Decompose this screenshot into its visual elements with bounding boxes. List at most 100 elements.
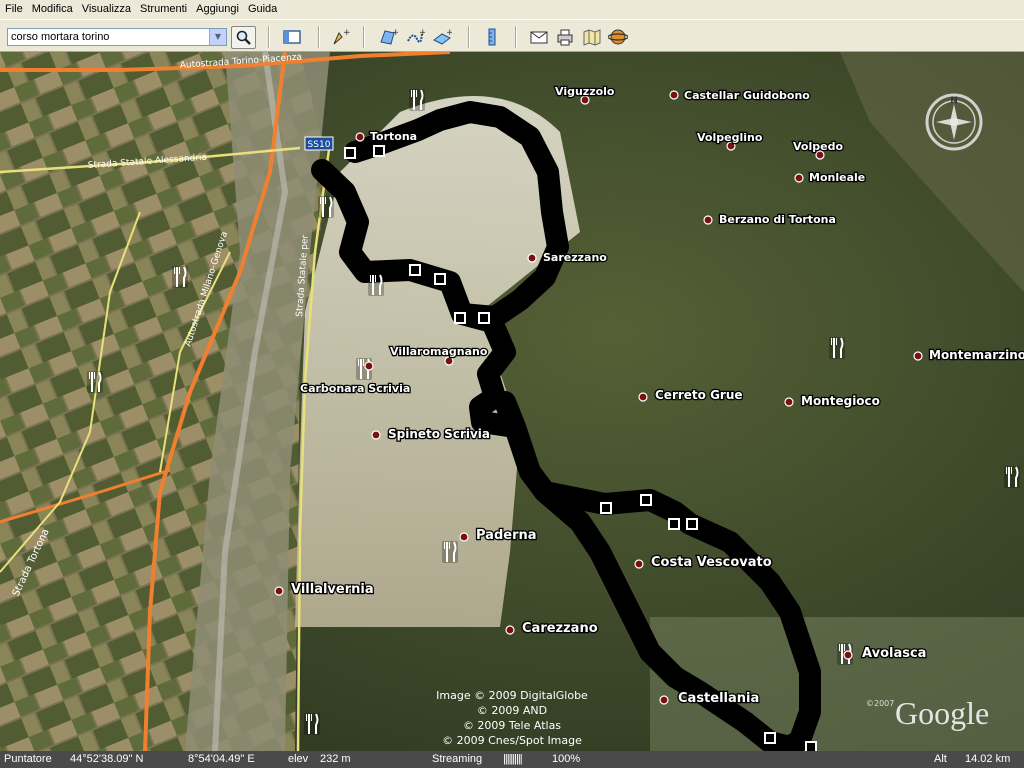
track-marker-icon[interactable]	[409, 264, 421, 276]
place-label[interactable]: Costa Vescovato	[650, 554, 773, 572]
place-marker-icon[interactable]	[638, 392, 648, 402]
place-label[interactable]: Carbonara Scrivia	[299, 381, 412, 397]
email-icon	[530, 31, 548, 44]
map-canvas[interactable]: Autostrada Torino-Piacenza Strada Statal…	[0, 52, 1024, 751]
place-label[interactable]: Sarezzano	[542, 250, 609, 266]
place-marker-icon[interactable]	[364, 361, 374, 371]
search-button[interactable]	[231, 26, 256, 49]
place-marker-icon[interactable]	[444, 356, 454, 366]
menu-strumenti[interactable]: Strumenti	[135, 0, 191, 15]
copyright-line: © 2009 AND	[477, 704, 547, 717]
menu-modifica[interactable]: Modifica	[27, 0, 77, 15]
track-marker-icon[interactable]	[805, 741, 817, 751]
restaurant-icon[interactable]	[829, 337, 845, 359]
track-marker-icon[interactable]	[686, 518, 698, 530]
elevation-label: elev	[288, 753, 309, 765]
place-marker-icon[interactable]	[913, 351, 923, 361]
toolbar-separator	[515, 26, 517, 48]
place-marker-icon[interactable]	[669, 90, 679, 100]
ruler-button[interactable]	[482, 27, 502, 47]
restaurant-icon[interactable]	[1004, 466, 1020, 488]
add-placemark-button[interactable]: +	[330, 27, 351, 47]
place-marker-icon[interactable]	[505, 625, 515, 635]
track-marker-icon[interactable]	[454, 312, 466, 324]
restaurant-icon[interactable]	[318, 196, 334, 218]
altitude-label: Alt	[934, 753, 947, 765]
add-overlay-button[interactable]: +	[432, 27, 454, 47]
restaurant-icon[interactable]	[87, 371, 103, 393]
place-marker-icon[interactable]	[371, 430, 381, 440]
place-label[interactable]: Paderna	[475, 527, 538, 545]
placemark-add-icon: +	[333, 28, 351, 45]
menu-aggiungi[interactable]: Aggiungi	[191, 0, 243, 15]
restaurant-icon[interactable]	[409, 89, 425, 111]
place-label[interactable]: Castellania	[677, 690, 761, 708]
maps-button[interactable]	[582, 27, 602, 47]
search-input[interactable]: corso mortara torino	[7, 28, 227, 46]
track-marker-icon[interactable]	[373, 145, 385, 157]
menu-visualizza[interactable]: Visualizza	[77, 0, 135, 15]
place-label[interactable]: Castellar Guidobono	[683, 88, 812, 104]
sky-button[interactable]	[607, 27, 629, 47]
place-marker-icon[interactable]	[274, 586, 284, 596]
add-polygon-button[interactable]: +	[378, 27, 400, 47]
restaurant-icon[interactable]	[172, 266, 188, 288]
restaurant-icon[interactable]	[368, 274, 384, 296]
menu-guida[interactable]: Guida	[243, 0, 281, 15]
place-marker-icon[interactable]	[355, 132, 365, 142]
place-marker-icon[interactable]	[634, 559, 644, 569]
menu-bar: File Modifica Visualizza Strumenti Aggiungi G…	[0, 0, 1024, 19]
email-button[interactable]	[529, 27, 549, 47]
place-marker-icon[interactable]	[784, 397, 794, 407]
place-marker-icon[interactable]	[527, 253, 537, 263]
ruler-icon	[488, 28, 496, 46]
track-marker-icon[interactable]	[434, 273, 446, 285]
svg-text:+: +	[419, 28, 425, 38]
place-label[interactable]: Volpedo	[792, 139, 845, 155]
place-label[interactable]: Montegioco	[800, 393, 882, 410]
track-marker-icon[interactable]	[600, 502, 612, 514]
place-marker-icon[interactable]	[703, 215, 713, 225]
sidebar-toggle-button[interactable]	[282, 27, 302, 47]
place-marker-icon[interactable]	[659, 695, 669, 705]
track-marker-icon[interactable]	[764, 732, 776, 744]
place-marker-icon[interactable]	[843, 650, 853, 660]
place-label[interactable]: Spineto Scrivia	[387, 426, 492, 443]
place-label[interactable]: Villaromagnano	[389, 344, 489, 360]
copyright-line: © 2009 Cnes/Spot Image	[442, 734, 582, 747]
place-label[interactable]: Carezzano	[521, 620, 599, 638]
toolbar: corso mortara torino ▼ + + + +	[0, 19, 1024, 52]
place-label[interactable]: Montemarzino	[928, 347, 1024, 364]
place-label[interactable]: Berzano di Tortona	[718, 212, 837, 228]
place-marker-icon[interactable]	[794, 173, 804, 183]
place-marker-icon[interactable]	[459, 532, 469, 542]
place-label[interactable]: Monleale	[808, 170, 867, 186]
place-label[interactable]: Tortona	[369, 129, 419, 145]
place-label[interactable]: Viguzzolo	[554, 84, 617, 100]
track-marker-icon[interactable]	[640, 494, 652, 506]
maps-icon	[583, 29, 601, 46]
print-icon	[557, 29, 573, 46]
search-dropdown-arrow[interactable]: ▼	[209, 29, 226, 45]
toolbar-separator	[318, 26, 320, 48]
svg-text:+: +	[343, 28, 350, 38]
place-label[interactable]: Villalvernia	[290, 581, 375, 599]
map-view[interactable]: Autostrada Torino-Piacenza Strada Statal…	[0, 52, 1024, 751]
streaming-progress: ||||||||||	[503, 753, 523, 765]
place-label[interactable]: Avolasca	[861, 645, 928, 663]
track-marker-icon[interactable]	[344, 147, 356, 159]
pointer-label: Puntatore	[4, 753, 52, 765]
place-label[interactable]: Cerreto Grue	[654, 387, 744, 404]
restaurant-icon[interactable]	[442, 541, 458, 563]
track-marker-icon[interactable]	[668, 518, 680, 530]
path-add-icon: +	[407, 28, 427, 43]
menu-file[interactable]: File	[0, 0, 27, 15]
polygon-add-icon: +	[380, 28, 400, 45]
place-label[interactable]: Volpeglino	[696, 130, 764, 146]
add-path-button[interactable]: +	[405, 27, 427, 47]
svg-text:+: +	[392, 28, 398, 38]
restaurant-icon[interactable]	[304, 713, 320, 735]
track-marker-icon[interactable]	[478, 312, 490, 324]
toolbar-separator	[468, 26, 470, 48]
print-button[interactable]	[555, 27, 575, 47]
